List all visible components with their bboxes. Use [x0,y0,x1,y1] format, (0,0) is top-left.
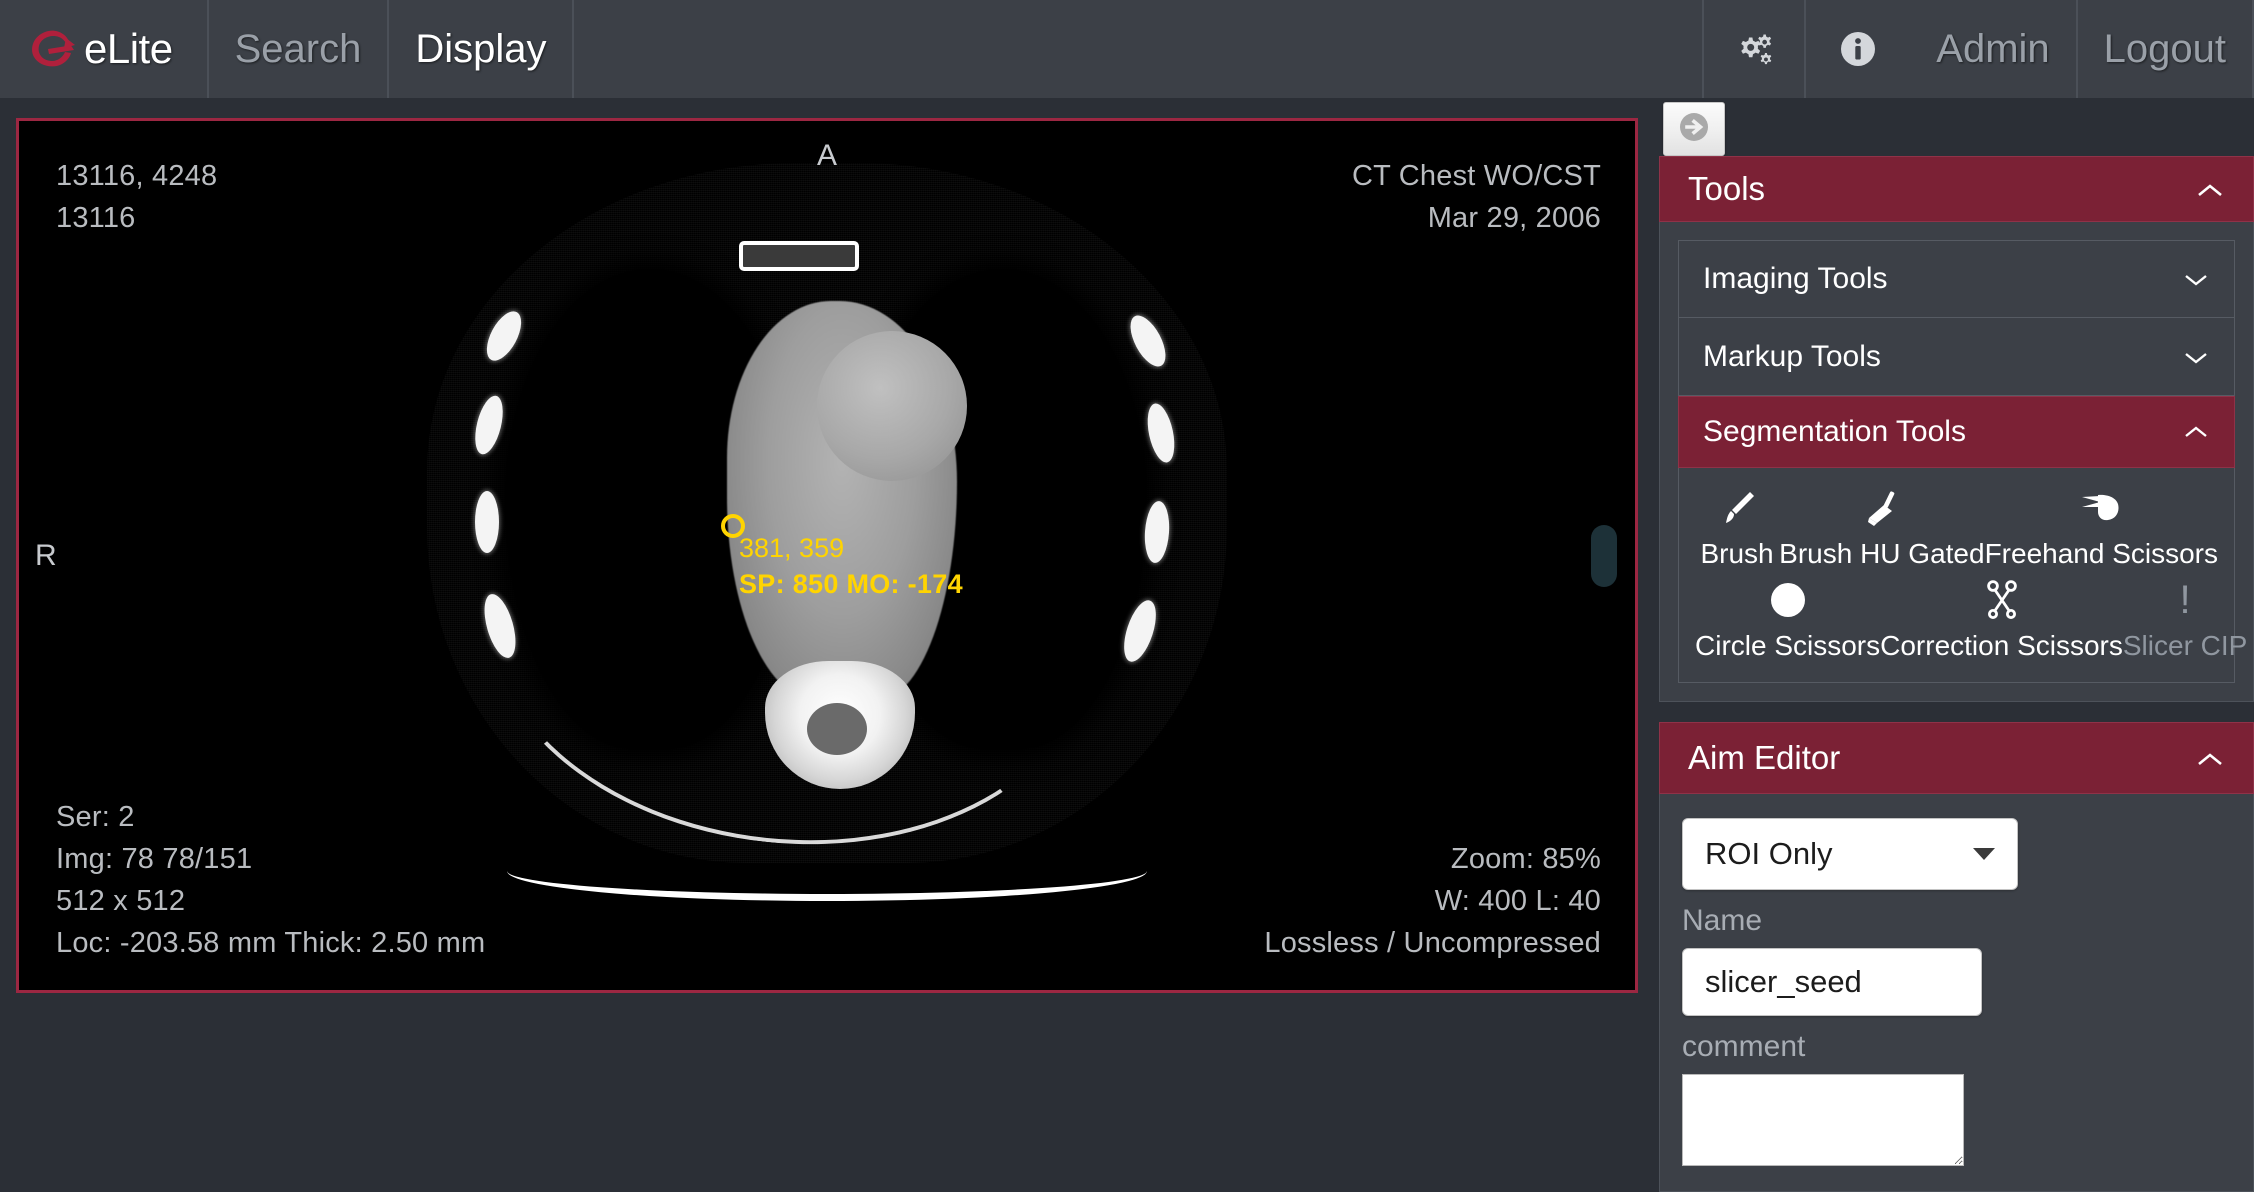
info-button[interactable] [1804,0,1910,98]
tool-freehand-scissors[interactable]: Freehand Scissors [1985,482,2218,570]
dicom-viewport-container[interactable]: A R 13116, 4248 13116 CT Chest WO/CST Ma… [16,118,1638,993]
info-circle-icon [1834,25,1882,73]
paint-brush-icon [1714,482,1760,534]
tool-circle-scissors-label: Circle Scissors [1695,630,1881,661]
dicom-viewport[interactable]: A R 13116, 4248 13116 CT Chest WO/CST Ma… [23,125,1631,986]
tool-brush-label: Brush [1700,538,1774,569]
brand-name: eLite [84,25,173,72]
image-stack-scrollbar[interactable] [1591,524,1617,587]
gears-icon [1732,27,1776,71]
aim-type-select-value: ROI Only [1705,836,1833,871]
top-navigation-bar: eLite Search Display Admin Logout [0,0,2254,98]
markup-tools-section-header[interactable]: Markup Tools [1678,318,2235,396]
chevron-up-icon [2195,170,2225,208]
segmentation-tool-row-2: Circle Scissors Correction Scissors ! Sl… [1695,574,2247,662]
tools-accordion-header[interactable]: Tools [1659,156,2254,222]
segmentation-tools-label: Segmentation Tools [1703,415,1966,448]
aim-editor-body: ROI Only Name comment [1659,794,2254,1192]
aim-name-input[interactable] [1682,948,1982,1016]
tool-slicer-cip[interactable]: ! Slicer CIP [2123,574,2247,662]
chevron-down-icon [2182,262,2210,296]
ct-sternum [739,240,859,271]
hand-scissors-icon [2076,482,2126,534]
overlay-study-info: CT Chest WO/CST Mar 29, 2006 [1352,160,1601,234]
chevron-down-icon [1973,848,1995,860]
imaging-tools-label: Imaging Tools [1703,262,1888,295]
tools-accordion-title: Tools [1688,170,1766,207]
scissors-icon [1980,574,2024,626]
ct-scanner-table [507,841,1147,901]
logout-link[interactable]: Logout [2078,0,2254,98]
exclamation-icon: ! [2179,578,2191,622]
tools-accordion-body: Imaging Tools Markup Tools Segmentation … [1659,222,2254,702]
aim-name-label: Name [1682,904,1763,937]
nav-tab-display[interactable]: Display [389,0,575,98]
aim-comment-textarea[interactable] [1682,1074,1964,1166]
brand-logo-area[interactable]: eLite [0,0,209,98]
aim-editor-accordion-header[interactable]: Aim Editor [1659,722,2254,794]
tool-freehand-scissors-label: Freehand Scissors [1984,538,2218,569]
aim-comment-label: comment [1682,1030,1806,1063]
overlay-display-info: Zoom: 85% W: 400 L: 40 Lossless / Uncomp… [1264,843,1601,959]
arrow-right-circle-icon [1675,108,1713,151]
tool-correction-scissors[interactable]: Correction Scissors [1880,574,2123,662]
ct-rib [475,490,499,553]
segmentation-tool-row-1: Brush Brush HU Gated Freehand Scissors [1695,482,2218,570]
tool-circle-scissors[interactable]: Circle Scissors [1695,574,1880,662]
panel-collapse-toggle-button[interactable] [1663,102,1725,156]
chevron-up-icon [2182,415,2210,449]
overlay-patient-info: 13116, 4248 13116 [56,160,218,234]
tool-slicer-cip-label: Slicer CIP [2122,630,2248,661]
admin-link[interactable]: Admin [1910,0,2078,98]
tool-brush[interactable]: Brush [1695,482,1779,570]
broom-icon [1859,482,1905,534]
markup-tools-label: Markup Tools [1703,339,1881,373]
right-tool-panel: Tools Imaging Tools Markup Tools Segment… [1659,98,2254,1192]
orientation-marker-right: R [35,538,57,572]
nav-tab-search[interactable]: Search [209,0,390,98]
ct-slice-image [387,141,1267,971]
elite-e-swirl-logo-icon [26,21,84,77]
tool-correction-scissors-label: Correction Scissors [1880,630,2123,661]
segmentation-tools-body: Brush Brush HU Gated Freehand Scissors C… [1678,468,2247,683]
tool-brush-hu-gated[interactable]: Brush HU Gated [1779,482,1985,570]
chevron-down-icon [2182,340,2210,374]
imaging-tools-section-header[interactable]: Imaging Tools [1678,240,2235,318]
segmentation-tools-section-header[interactable]: Segmentation Tools [1678,396,2235,468]
filled-circle-icon [1770,574,1805,626]
settings-button[interactable] [1702,0,1804,98]
aim-editor-title: Aim Editor [1688,739,1841,776]
aim-type-select[interactable]: ROI Only [1682,818,2018,890]
chevron-up-icon [2195,739,2225,777]
tool-brush-hu-gated-label: Brush HU Gated [1779,538,1985,569]
